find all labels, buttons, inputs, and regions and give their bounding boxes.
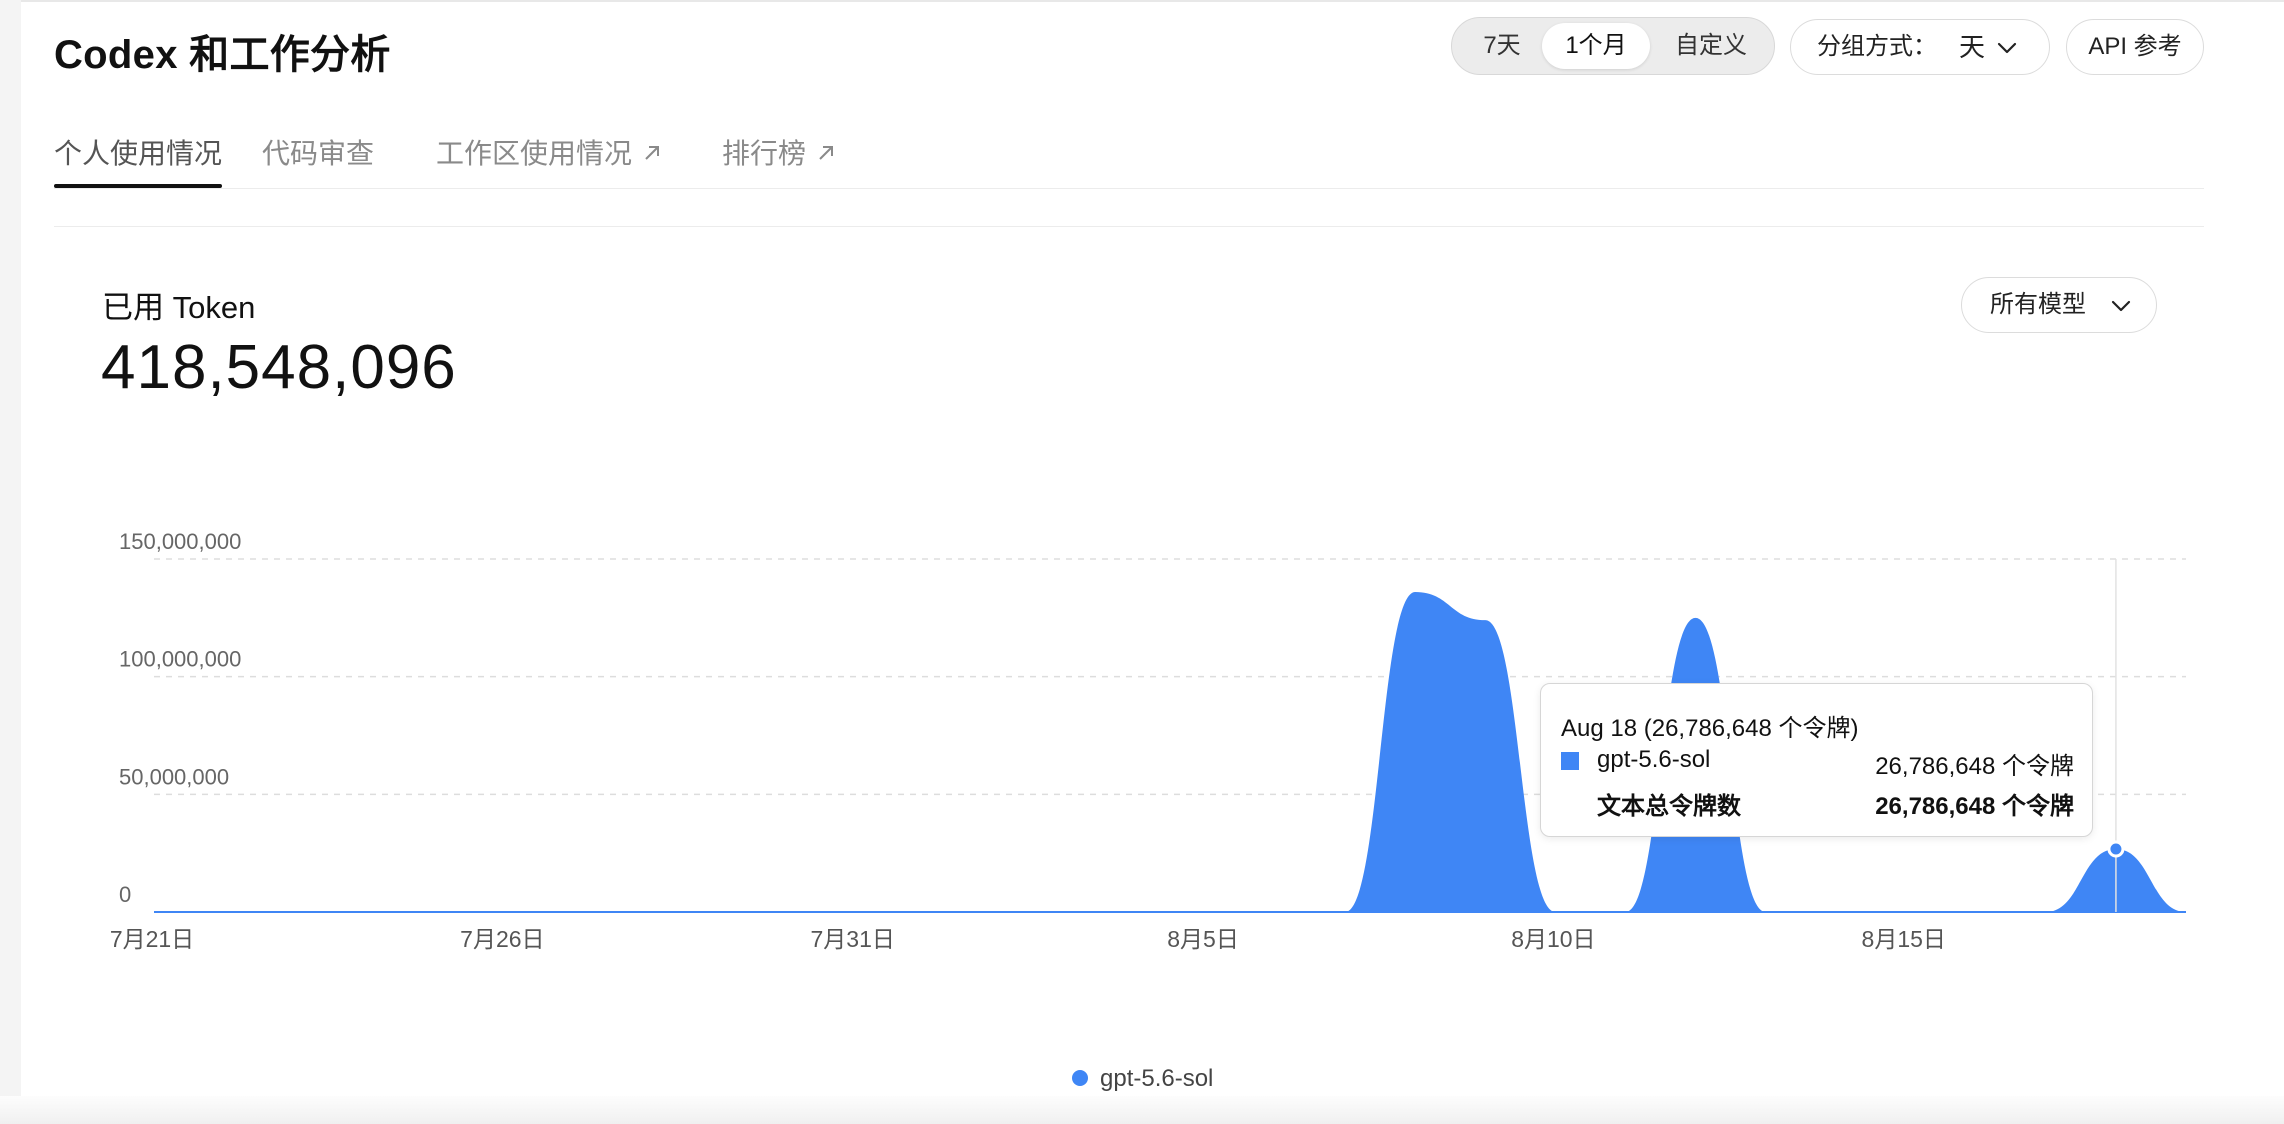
- tooltip-total-value: 26,786,648 个令牌: [1875, 793, 2074, 820]
- y-tick-label: 0: [119, 882, 131, 907]
- chart-tooltip: Aug 18 (26,786,648 个令牌) gpt-5.6-sol 26,7…: [1540, 683, 2093, 837]
- y-tick-label: 100,000,000: [119, 647, 241, 672]
- x-tick-label: 8月15日: [1862, 926, 1946, 952]
- x-tick-label: 7月21日: [110, 926, 194, 952]
- tooltip-total-name: 文本总令牌数: [1597, 793, 1741, 820]
- analytics-page: Codex 和工作分析 7天 1个月 自定义 分组方式： 天 API 参考 个人…: [21, 0, 2284, 1124]
- chart-legend[interactable]: gpt-5.6-sol: [1072, 1065, 1213, 1093]
- tooltip-series-name: gpt-5.6-sol: [1597, 746, 1711, 773]
- x-tick-label: 7月31日: [811, 926, 895, 952]
- y-tick-label: 150,000,000: [119, 529, 241, 554]
- y-tick-label: 50,000,000: [119, 764, 229, 789]
- tooltip-row: 文本总令牌数 26,786,648 个令牌: [1561, 786, 2074, 820]
- tooltip-title: Aug 18 (26,786,648 个令牌): [1561, 715, 1859, 742]
- x-tick-label: 7月26日: [460, 926, 544, 952]
- legend-dot-icon: [1072, 1069, 1088, 1086]
- series-swatch: [1561, 752, 1579, 770]
- tooltip-series-value: 26,786,648 个令牌: [1875, 753, 2074, 780]
- bottom-fade: [0, 1096, 2284, 1124]
- hover-point[interactable]: [2107, 840, 2125, 858]
- x-tick-label: 8月10日: [1511, 926, 1595, 952]
- legend-series-name: gpt-5.6-sol: [1100, 1065, 1214, 1092]
- tooltip-row: gpt-5.6-sol 26,786,648 个令牌: [1561, 746, 2074, 780]
- x-tick-label: 8月5日: [1167, 926, 1239, 952]
